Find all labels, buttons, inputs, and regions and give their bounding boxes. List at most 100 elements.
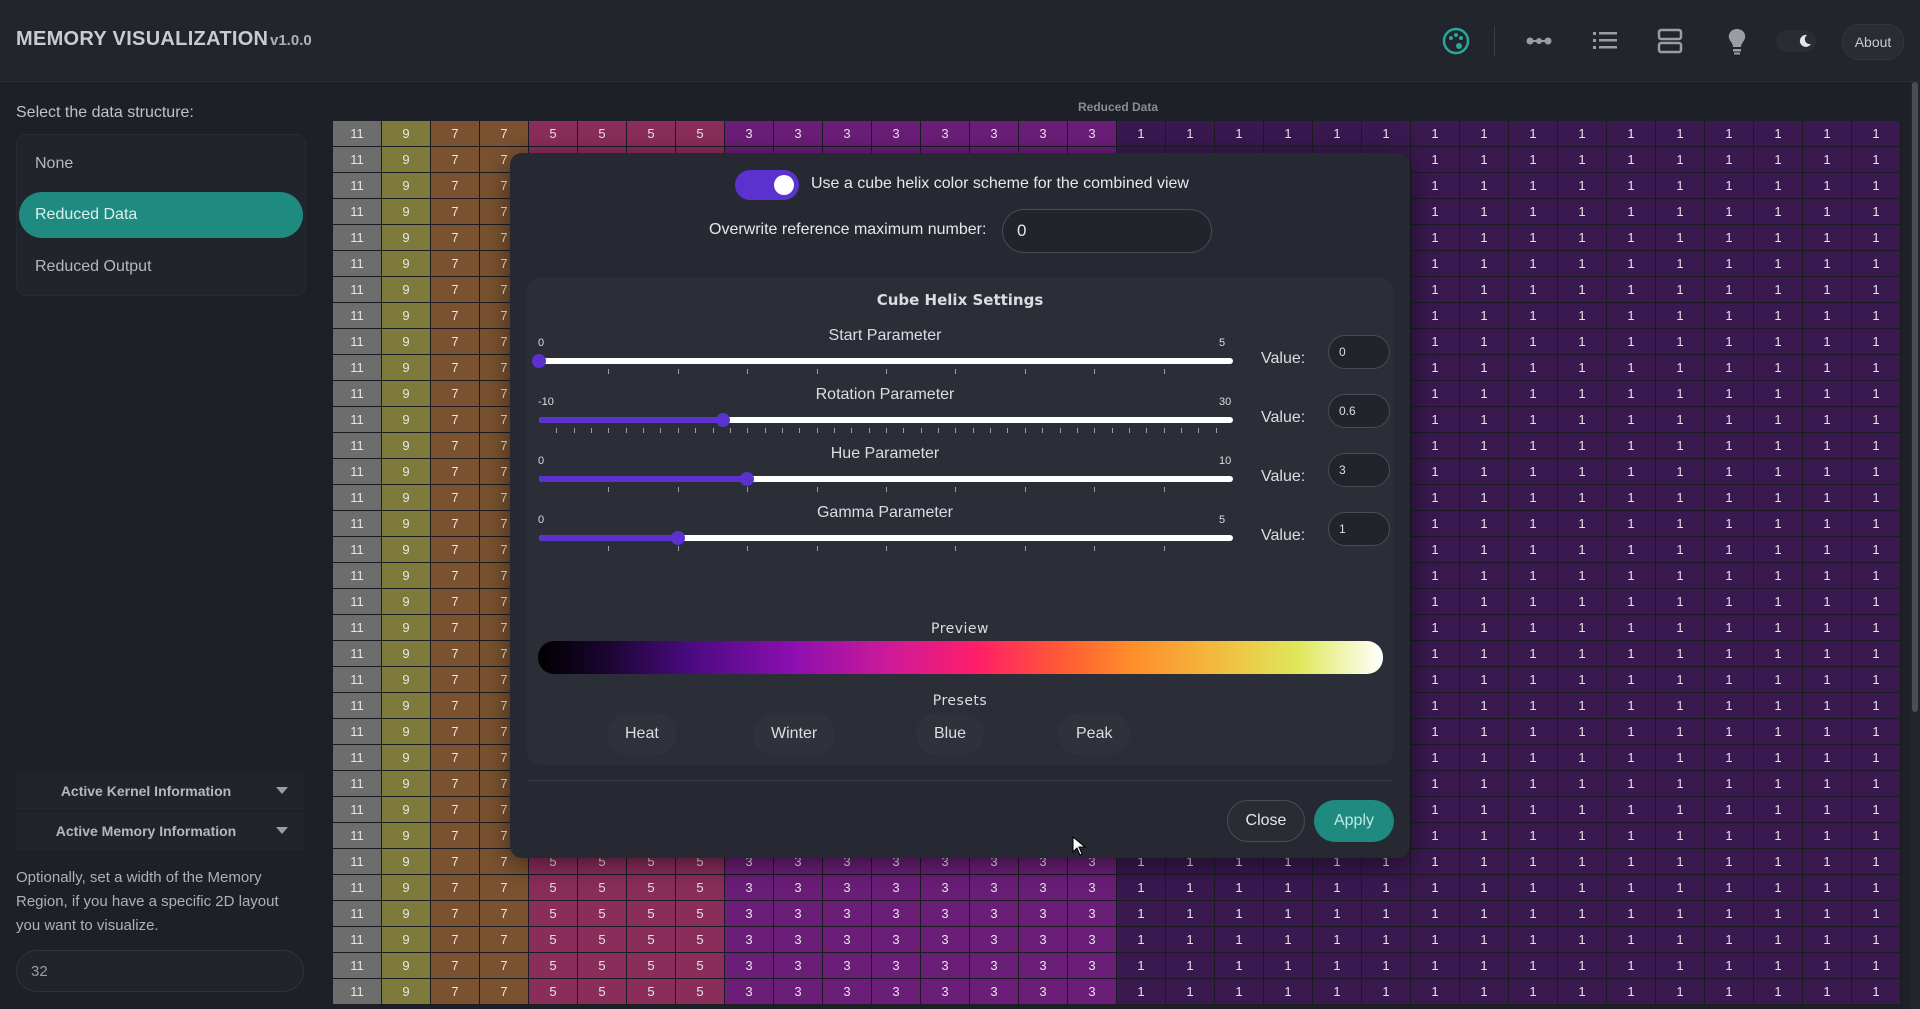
- memory-cell[interactable]: 1: [1852, 329, 1901, 355]
- close-button[interactable]: Close: [1227, 800, 1305, 842]
- memory-cell[interactable]: 5: [627, 953, 676, 979]
- memory-cell[interactable]: 7: [431, 147, 480, 173]
- memory-cell[interactable]: 1: [1117, 901, 1166, 927]
- memory-cell[interactable]: 1: [1558, 745, 1607, 771]
- memory-cell[interactable]: 3: [921, 979, 970, 1005]
- memory-cell[interactable]: 1: [1460, 485, 1509, 511]
- width-input[interactable]: 32: [16, 950, 304, 992]
- memory-cell[interactable]: 1: [1558, 459, 1607, 485]
- memory-cell[interactable]: 3: [921, 901, 970, 927]
- memory-cell[interactable]: 1: [1509, 719, 1558, 745]
- memory-cell[interactable]: 1: [1558, 823, 1607, 849]
- memory-cell[interactable]: 1: [1803, 225, 1852, 251]
- memory-cell[interactable]: 1: [1460, 199, 1509, 225]
- memory-cell[interactable]: 3: [725, 875, 774, 901]
- memory-cell[interactable]: 11: [333, 459, 382, 485]
- memory-cell[interactable]: 1: [1411, 173, 1460, 199]
- memory-cell[interactable]: 7: [431, 745, 480, 771]
- memory-cell[interactable]: 1: [1509, 381, 1558, 407]
- memory-cell[interactable]: 1: [1803, 329, 1852, 355]
- memory-cell[interactable]: 1: [1362, 901, 1411, 927]
- memory-cell[interactable]: 1: [1264, 121, 1313, 147]
- memory-cell[interactable]: 1: [1754, 615, 1803, 641]
- memory-cell[interactable]: 3: [1068, 979, 1117, 1005]
- memory-cell[interactable]: 1: [1852, 433, 1901, 459]
- memory-cell[interactable]: 11: [333, 329, 382, 355]
- memory-cell[interactable]: 3: [725, 927, 774, 953]
- memory-cell[interactable]: 1: [1656, 771, 1705, 797]
- memory-cell[interactable]: 1: [1852, 875, 1901, 901]
- memory-cell[interactable]: 1: [1656, 485, 1705, 511]
- memory-cell[interactable]: 1: [1509, 407, 1558, 433]
- memory-cell[interactable]: 5: [627, 875, 676, 901]
- memory-cell[interactable]: 1: [1166, 121, 1215, 147]
- apply-button[interactable]: Apply: [1314, 800, 1394, 842]
- memory-cell[interactable]: 1: [1460, 849, 1509, 875]
- memory-cell[interactable]: 1: [1705, 251, 1754, 277]
- memory-cell[interactable]: 1: [1313, 901, 1362, 927]
- param-slider[interactable]: [532, 354, 1233, 368]
- memory-cell[interactable]: 11: [333, 745, 382, 771]
- memory-cell[interactable]: 3: [970, 121, 1019, 147]
- memory-cell[interactable]: 9: [382, 355, 431, 381]
- memory-cell[interactable]: 1: [1264, 953, 1313, 979]
- memory-cell[interactable]: 3: [725, 953, 774, 979]
- memory-cell[interactable]: 1: [1215, 927, 1264, 953]
- preset-heat-button[interactable]: Heat: [607, 713, 677, 755]
- memory-cell[interactable]: 1: [1803, 537, 1852, 563]
- memory-cell[interactable]: 1: [1852, 537, 1901, 563]
- memory-cell[interactable]: 1: [1460, 251, 1509, 277]
- memory-cell[interactable]: 1: [1460, 589, 1509, 615]
- memory-cell[interactable]: 1: [1607, 849, 1656, 875]
- memory-cell[interactable]: 1: [1754, 927, 1803, 953]
- memory-cell[interactable]: 1: [1852, 173, 1901, 199]
- memory-cell[interactable]: 1: [1803, 615, 1852, 641]
- memory-cell[interactable]: 1: [1411, 719, 1460, 745]
- memory-cell[interactable]: 1: [1754, 719, 1803, 745]
- memory-cell[interactable]: 1: [1656, 667, 1705, 693]
- param-value-input[interactable]: 0.6: [1328, 394, 1390, 428]
- memory-cell[interactable]: 9: [382, 147, 431, 173]
- layout-icon[interactable]: [1655, 26, 1685, 56]
- memory-cell[interactable]: 1: [1754, 771, 1803, 797]
- memory-cell[interactable]: 11: [333, 693, 382, 719]
- memory-cell[interactable]: 1: [1754, 823, 1803, 849]
- memory-cell[interactable]: 1: [1656, 875, 1705, 901]
- memory-cell[interactable]: 1: [1411, 381, 1460, 407]
- memory-cell[interactable]: 9: [382, 303, 431, 329]
- overwrite-input[interactable]: 0: [1002, 209, 1212, 253]
- memory-cell[interactable]: 1: [1705, 225, 1754, 251]
- memory-cell[interactable]: 1: [1754, 875, 1803, 901]
- memory-cell[interactable]: 1: [1166, 927, 1215, 953]
- memory-cell[interactable]: 1: [1803, 719, 1852, 745]
- memory-cell[interactable]: 7: [431, 121, 480, 147]
- memory-cell[interactable]: 9: [382, 745, 431, 771]
- memory-cell[interactable]: 1: [1852, 641, 1901, 667]
- memory-cell[interactable]: 5: [676, 901, 725, 927]
- memory-cell[interactable]: 1: [1558, 563, 1607, 589]
- memory-cell[interactable]: 1: [1607, 381, 1656, 407]
- memory-cell[interactable]: 3: [921, 953, 970, 979]
- memory-cell[interactable]: 3: [921, 121, 970, 147]
- memory-cell[interactable]: 5: [627, 979, 676, 1005]
- memory-cell[interactable]: 1: [1607, 563, 1656, 589]
- memory-cell[interactable]: 1: [1852, 849, 1901, 875]
- memory-cell[interactable]: 3: [823, 927, 872, 953]
- memory-cell[interactable]: 7: [431, 771, 480, 797]
- memory-cell[interactable]: 1: [1705, 147, 1754, 173]
- memory-cell[interactable]: 1: [1509, 901, 1558, 927]
- memory-cell[interactable]: 1: [1656, 199, 1705, 225]
- memory-cell[interactable]: 1: [1558, 303, 1607, 329]
- memory-cell[interactable]: 1: [1705, 173, 1754, 199]
- memory-cell[interactable]: 9: [382, 511, 431, 537]
- memory-cell[interactable]: 1: [1460, 953, 1509, 979]
- memory-cell[interactable]: 11: [333, 667, 382, 693]
- memory-cell[interactable]: 1: [1705, 901, 1754, 927]
- memory-cell[interactable]: 1: [1264, 979, 1313, 1005]
- scrollbar-thumb[interactable]: [1912, 82, 1918, 712]
- memory-cell[interactable]: 1: [1656, 641, 1705, 667]
- memory-cell[interactable]: 5: [676, 953, 725, 979]
- memory-cell[interactable]: 1: [1656, 953, 1705, 979]
- memory-cell[interactable]: 1: [1803, 641, 1852, 667]
- memory-cell[interactable]: 11: [333, 771, 382, 797]
